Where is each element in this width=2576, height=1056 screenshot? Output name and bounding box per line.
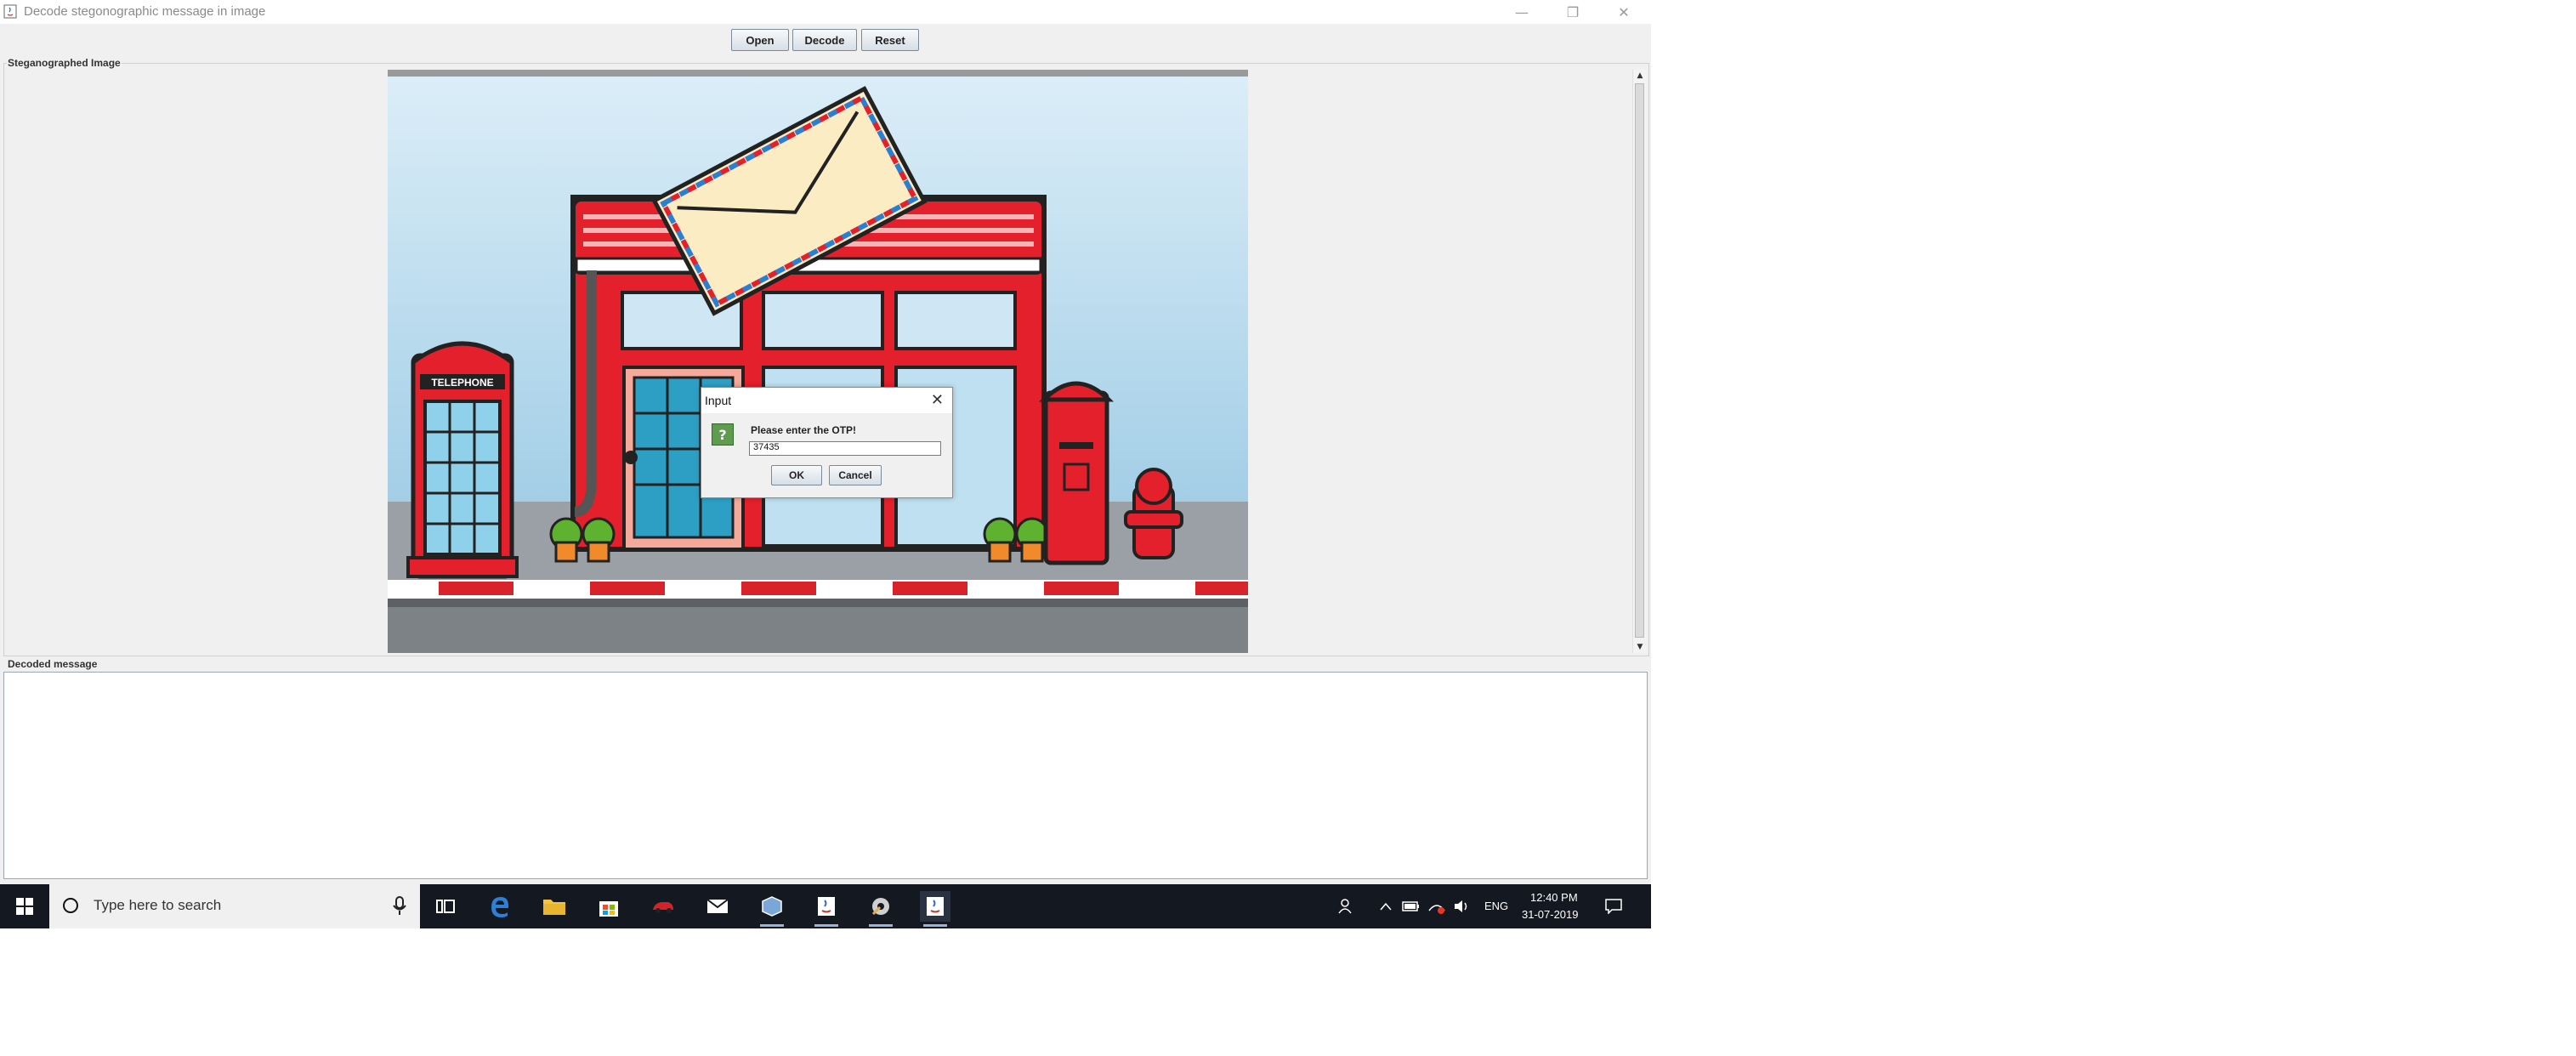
settings-tool-icon[interactable] <box>865 891 896 927</box>
window-title: Decode stegonographic message in image <box>24 4 266 19</box>
search-placeholder: Type here to search <box>94 897 222 913</box>
dialog-title: Input <box>705 394 732 407</box>
virtualbox-icon[interactable] <box>757 891 787 927</box>
volume-icon[interactable] <box>1447 891 1478 922</box>
running-indicator <box>760 924 784 927</box>
java-app-active-icon[interactable] <box>920 891 950 927</box>
minimize-button[interactable]: — <box>1496 0 1547 24</box>
maximize-button[interactable]: ❐ <box>1547 0 1598 24</box>
dialog-title-bar: Input ✕ <box>701 388 952 413</box>
image-panel-title: Steganographed Image <box>7 57 122 69</box>
language-indicator[interactable]: ENG <box>1484 900 1508 912</box>
decode-button[interactable]: Decode <box>792 29 857 51</box>
store-icon[interactable] <box>593 891 624 922</box>
question-icon: ? <box>712 423 734 446</box>
cancel-button[interactable]: Cancel <box>829 465 882 485</box>
steganographed-image: TELEPHONE <box>388 70 1248 653</box>
telephone-box: TELEPHONE <box>406 341 519 579</box>
taskbar-search-box[interactable]: Type here to search <box>49 884 420 928</box>
dialog-prompt: Please enter the OTP! <box>751 424 857 436</box>
window-title-bar: Decode stegonographic message in image —… <box>0 0 1651 24</box>
mail-icon[interactable] <box>702 891 733 922</box>
post-office-illustration: TELEPHONE <box>388 70 1248 653</box>
otp-input-dialog: Input ✕ ? Please enter the OTP! 37435 OK… <box>701 387 953 498</box>
cortana-icon <box>63 898 78 913</box>
clock-date[interactable]: 31-07-2019 <box>1522 908 1579 921</box>
scrollbar-thumb[interactable] <box>1635 83 1644 638</box>
clock-time[interactable]: 12:40 PM <box>1530 891 1578 904</box>
running-indicator <box>869 924 893 927</box>
running-indicator <box>814 924 838 927</box>
file-explorer-icon[interactable] <box>539 891 570 922</box>
start-button[interactable] <box>0 884 49 928</box>
java-app-icon <box>3 4 17 19</box>
decoded-message-textarea[interactable] <box>3 672 1648 879</box>
microphone-icon[interactable] <box>391 896 408 917</box>
taskbar: Type here to search ENG 12:40 PM 31-07-2… <box>0 884 1651 928</box>
ok-button[interactable]: OK <box>771 465 822 485</box>
open-button[interactable]: Open <box>731 29 789 51</box>
windows-icon <box>16 898 33 915</box>
otp-input-field[interactable]: 37435 <box>749 441 941 456</box>
post-box <box>1038 381 1115 565</box>
dialog-close-icon[interactable]: ✕ <box>931 391 944 409</box>
red-car-app-icon[interactable] <box>648 891 678 922</box>
action-center-icon[interactable] <box>1598 891 1629 922</box>
desktop-screen: Decode stegonographic message in image —… <box>0 0 1651 928</box>
task-view-icon[interactable] <box>430 891 461 922</box>
java-app-taskbar-icon[interactable] <box>811 891 842 927</box>
telephone-sign: TELEPHONE <box>431 377 493 389</box>
scroll-up-icon[interactable]: ▲ <box>1633 70 1647 82</box>
image-vertical-scrollbar[interactable]: ▲ ▼ <box>1632 70 1647 653</box>
reset-button[interactable]: Reset <box>861 29 919 51</box>
running-indicator <box>923 924 947 927</box>
close-button[interactable]: ✕ <box>1598 0 1649 24</box>
people-icon[interactable] <box>1331 891 1362 922</box>
decoded-message-title: Decoded message <box>7 658 99 670</box>
edge-browser-icon[interactable] <box>485 891 515 922</box>
scroll-down-icon[interactable]: ▼ <box>1633 641 1647 653</box>
